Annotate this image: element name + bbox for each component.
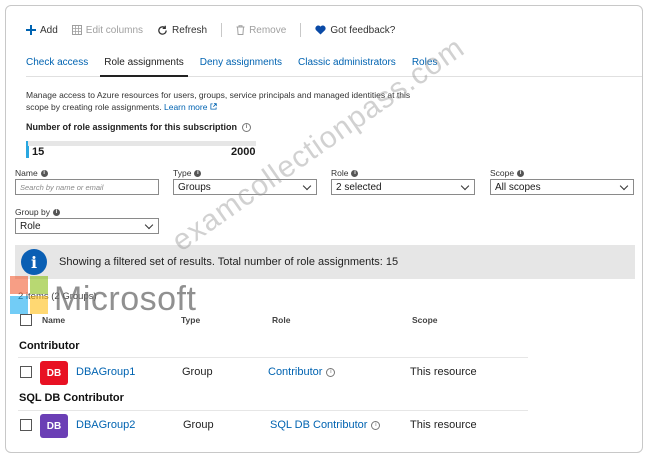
avatar: DB bbox=[40, 361, 68, 385]
external-link-icon bbox=[210, 103, 217, 110]
name-search-placeholder: Search by name or email bbox=[20, 182, 104, 192]
info-icon[interactable]: i bbox=[40, 169, 48, 177]
group-by-select[interactable]: Role bbox=[15, 218, 159, 234]
row-role-link[interactable]: SQL DB Contributor i bbox=[270, 419, 381, 431]
feedback-button[interactable]: Got feedback? bbox=[315, 25, 395, 36]
microsoft-logo-icon bbox=[10, 276, 48, 314]
row-role-label: SQL DB Contributor bbox=[270, 419, 368, 431]
table-row[interactable]: DB DBAGroup1 Group Contributor i This re… bbox=[18, 357, 528, 387]
assignment-count-progress bbox=[26, 141, 256, 146]
info-icon[interactable]: i bbox=[371, 420, 381, 430]
column-header-role[interactable]: Role bbox=[272, 315, 290, 325]
name-filter-label-text: Name bbox=[15, 168, 38, 178]
role-filter-label-text: Role bbox=[331, 168, 349, 178]
table-row[interactable]: DB DBAGroup2 Group SQL DB Contributor i … bbox=[18, 410, 528, 440]
row-scope: This resource bbox=[410, 419, 477, 431]
feedback-label: Got feedback? bbox=[330, 24, 396, 36]
edit-columns-button[interactable]: Edit columns bbox=[71, 24, 144, 36]
assignment-count-max: 2000 bbox=[231, 146, 256, 158]
group-by-label-text: Group by bbox=[15, 207, 50, 217]
scope-filter-label-text: Scope bbox=[490, 168, 515, 178]
refresh-label: Refresh bbox=[172, 24, 208, 36]
columns-icon bbox=[71, 25, 82, 35]
info-icon[interactable]: i bbox=[326, 367, 336, 377]
role-select[interactable]: 2 selected bbox=[331, 179, 475, 195]
toolbar-divider bbox=[300, 23, 302, 37]
row-role-link[interactable]: Contributor i bbox=[268, 366, 336, 378]
access-control-panel: Add Edit columns Refresh Remove Got feed… bbox=[5, 5, 643, 453]
avatar: DB bbox=[40, 414, 68, 438]
select-all-checkbox[interactable] bbox=[20, 314, 32, 326]
group-heading-sql-db-contributor: SQL DB Contributor bbox=[19, 392, 124, 404]
refresh-icon bbox=[158, 25, 167, 35]
scope-select-value: All scopes bbox=[495, 181, 541, 193]
toolbar-divider bbox=[221, 23, 223, 37]
assignment-count-title: Number of role assignments for this subs… bbox=[26, 122, 252, 132]
edit-columns-label: Edit columns bbox=[85, 24, 144, 36]
tab-role-assignments[interactable]: Role assignments bbox=[100, 55, 189, 77]
tab-deny-assignments[interactable]: Deny assignments bbox=[200, 55, 282, 76]
info-icon[interactable]: i bbox=[52, 208, 60, 216]
chevron-down-icon bbox=[619, 181, 629, 190]
command-bar: Add Edit columns Refresh Remove Got feed… bbox=[26, 20, 409, 40]
type-filter-label-text: Type bbox=[173, 168, 192, 178]
role-filter-label: Role i bbox=[331, 168, 359, 178]
heart-icon bbox=[315, 25, 326, 35]
scope-filter-label: Scope i bbox=[490, 168, 525, 178]
remove-button[interactable]: Remove bbox=[236, 25, 286, 36]
group-by-label: Group by i bbox=[15, 207, 60, 217]
row-type: Group bbox=[182, 366, 213, 378]
info-icon: i bbox=[21, 249, 47, 275]
filtered-results-banner: i Showing a filtered set of results. Tot… bbox=[15, 245, 635, 279]
learn-more-link[interactable]: Learn more bbox=[164, 102, 217, 112]
add-button[interactable]: Add bbox=[26, 25, 58, 36]
logo-square bbox=[10, 296, 28, 314]
row-type: Group bbox=[183, 419, 214, 431]
learn-more-label: Learn more bbox=[163, 102, 208, 112]
plus-icon bbox=[26, 25, 36, 35]
name-search-input[interactable]: Search by name or email bbox=[15, 179, 159, 195]
group-heading-contributor: Contributor bbox=[19, 340, 80, 352]
info-icon[interactable]: i bbox=[194, 169, 202, 177]
assignment-count-marker bbox=[26, 146, 29, 158]
group-by-value: Role bbox=[20, 220, 41, 232]
description-text: scope by creating role assignments. bbox=[26, 102, 162, 112]
remove-label: Remove bbox=[249, 24, 287, 36]
logo-square bbox=[30, 276, 48, 294]
assignment-count-current: 15 bbox=[32, 146, 45, 158]
chevron-down-icon bbox=[302, 181, 312, 190]
microsoft-brand-text: Microsoft bbox=[54, 280, 197, 318]
access-tabs: Check access Role assignments Deny assig… bbox=[26, 55, 642, 77]
info-icon[interactable]: i bbox=[242, 122, 252, 132]
chevron-down-icon bbox=[144, 220, 154, 229]
row-role-label: Contributor bbox=[268, 366, 323, 378]
row-checkbox[interactable] bbox=[20, 419, 32, 431]
row-scope: This resource bbox=[410, 366, 477, 378]
logo-square bbox=[30, 296, 48, 314]
group-name-link[interactable]: DBAGroup1 bbox=[76, 366, 135, 378]
scope-select[interactable]: All scopes bbox=[490, 179, 634, 195]
add-label: Add bbox=[40, 24, 58, 36]
tab-check-access[interactable]: Check access bbox=[26, 55, 88, 76]
group-name-link[interactable]: DBAGroup2 bbox=[76, 419, 135, 431]
info-icon[interactable]: i bbox=[517, 169, 525, 177]
name-filter-label: Name i bbox=[15, 168, 48, 178]
logo-square bbox=[10, 276, 28, 294]
tab-classic-administrators[interactable]: Classic administrators bbox=[298, 55, 396, 76]
chevron-down-icon bbox=[460, 181, 470, 190]
assignment-count-title-text: Number of role assignments for this subs… bbox=[26, 122, 238, 132]
type-filter-label: Type i bbox=[173, 168, 202, 178]
refresh-button[interactable]: Refresh bbox=[157, 25, 207, 36]
type-select-value: Groups bbox=[178, 181, 211, 193]
role-select-value: 2 selected bbox=[336, 181, 382, 193]
column-header-scope[interactable]: Scope bbox=[412, 315, 438, 325]
banner-text: Showing a filtered set of results. Total… bbox=[59, 256, 399, 268]
row-checkbox[interactable] bbox=[20, 366, 32, 378]
info-icon[interactable]: i bbox=[351, 169, 359, 177]
trash-icon bbox=[236, 25, 245, 35]
